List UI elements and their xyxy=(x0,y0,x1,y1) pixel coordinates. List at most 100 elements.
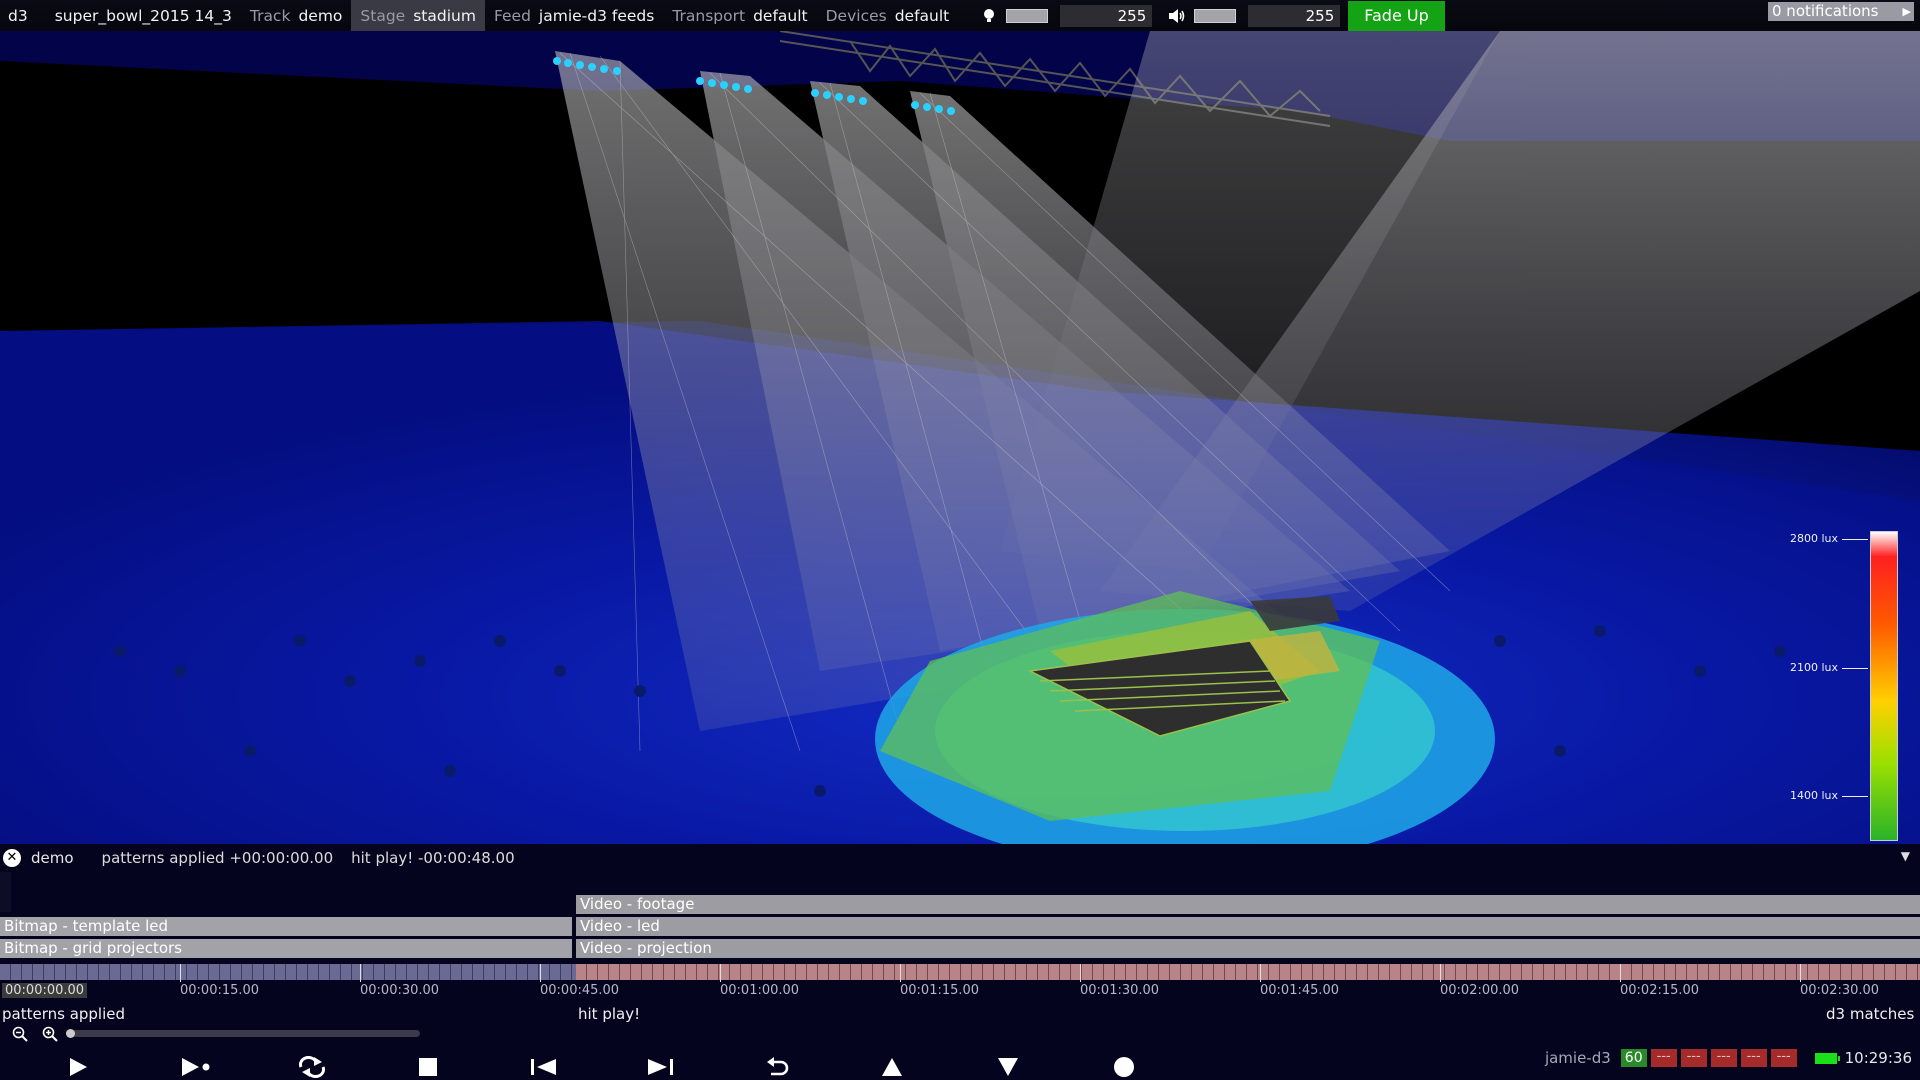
app-name: d3 xyxy=(0,0,46,31)
timecode: 00:00:30.00 xyxy=(360,983,440,998)
legend-label-mid: 2100 lux xyxy=(1790,661,1839,674)
ruler-major-tick xyxy=(1260,964,1261,982)
legend-tick xyxy=(1842,539,1868,540)
project-label: super_bowl_2015 14_3 xyxy=(54,6,232,25)
ruler-major-tick xyxy=(540,964,541,982)
top-bar: d3 super_bowl_2015 14_3 Track demo Stage… xyxy=(0,0,1920,31)
timecode: 00:02:00.00 xyxy=(1440,983,1520,998)
up-icon[interactable] xyxy=(872,1054,912,1080)
chevron-down-icon[interactable]: ▼ xyxy=(1901,849,1910,863)
next-section-icon[interactable] xyxy=(640,1054,680,1080)
stage-viewport[interactable]: 2800 lux 2100 lux 1400 lux xyxy=(0,31,1920,844)
current-time: 00:00:00.00 xyxy=(2,983,88,998)
ruler-major-tick xyxy=(1620,964,1621,982)
devices-selector[interactable]: Devices default xyxy=(817,0,959,31)
transport-value: default xyxy=(753,6,808,25)
timecode: 00:01:45.00 xyxy=(1260,983,1340,998)
timecode: 00:00:45.00 xyxy=(540,983,620,998)
scrollbar-thumb[interactable] xyxy=(66,1029,75,1038)
volume-slider[interactable] xyxy=(1194,8,1237,23)
timecode: 00:00:15.00 xyxy=(180,983,260,998)
annotation-hit-play: hit play! xyxy=(578,1005,641,1023)
time-ruler[interactable]: 00:00:00.00 00:00:15.00 00:00:30.00 00:0… xyxy=(0,964,1920,1004)
feed-selector[interactable]: Feed jamie-d3 feeds xyxy=(485,0,663,31)
timeline-left-handle xyxy=(0,872,11,912)
speaker-icon xyxy=(1166,5,1188,27)
devices-key: Devices xyxy=(825,6,887,25)
lightbulb-icon xyxy=(978,5,1000,27)
timeline-header: ✕ demo patterns applied +00:00:00.00 hit… xyxy=(0,844,1920,872)
return-icon[interactable] xyxy=(758,1054,798,1080)
transport-selector[interactable]: Transport default xyxy=(663,0,816,31)
record-icon[interactable] xyxy=(1104,1054,1144,1080)
app-label: d3 xyxy=(8,6,28,25)
notifications-button[interactable]: 0 notifications ▶ xyxy=(1768,2,1914,21)
legend-label-high: 2800 lux xyxy=(1790,532,1839,545)
annotation-patterns-applied: patterns applied xyxy=(2,1005,126,1023)
layer-video-led[interactable]: Video - led xyxy=(576,917,1920,936)
transport-key: Transport xyxy=(672,6,746,25)
play-to-end-icon[interactable] xyxy=(176,1054,216,1080)
track-selector[interactable]: Track demo xyxy=(241,0,352,31)
stop-icon[interactable] xyxy=(408,1054,448,1080)
layer-bitmap-grid-projectors[interactable]: Bitmap - grid projectors xyxy=(0,939,572,958)
timeline-scrollbar[interactable] xyxy=(66,1029,420,1038)
track-key: Track xyxy=(249,6,291,25)
timecode: 00:01:00.00 xyxy=(720,983,800,998)
brightness-slider[interactable] xyxy=(1006,8,1049,23)
status-indicator: --- xyxy=(1770,1049,1797,1067)
ruler-major-tick xyxy=(900,964,901,982)
stage-visualisation xyxy=(0,31,1920,844)
marker-patterns-applied[interactable]: patterns applied +00:00:00.00 xyxy=(102,849,334,867)
volume-value-field[interactable]: 255 xyxy=(1248,4,1341,27)
previous-section-icon[interactable] xyxy=(524,1054,564,1080)
project-name[interactable]: super_bowl_2015 14_3 xyxy=(46,0,241,31)
transport-controls xyxy=(0,1050,1200,1080)
close-icon[interactable]: ✕ xyxy=(3,849,21,867)
legend-label-low: 1400 lux xyxy=(1790,789,1839,802)
devices-value: default xyxy=(894,6,950,25)
triangle-right-icon: ▶ xyxy=(1902,5,1911,18)
battery-icon xyxy=(1814,1052,1840,1064)
stage-selector[interactable]: Stage stadium xyxy=(351,0,485,31)
track-value: demo xyxy=(298,6,343,25)
clock: 10:29:36 xyxy=(1844,1049,1912,1067)
stage-key: Stage xyxy=(360,6,406,25)
ruler-major-tick xyxy=(720,964,721,982)
timecode: 00:02:15.00 xyxy=(1620,983,1700,998)
status-indicator: --- xyxy=(1680,1049,1707,1067)
ruler-played-region xyxy=(0,964,576,980)
notifications-label: 0 notifications xyxy=(1772,2,1879,20)
marker-hit-play[interactable]: hit play! -00:00:48.00 xyxy=(351,849,515,867)
timecode: 00:01:15.00 xyxy=(900,983,980,998)
status-indicator: --- xyxy=(1710,1049,1737,1067)
timecode: 00:02:30.00 xyxy=(1800,983,1880,998)
ruler-major-tick xyxy=(180,964,181,982)
play-icon[interactable] xyxy=(58,1054,98,1080)
layer-bitmap-template-led[interactable]: Bitmap - template led xyxy=(0,917,572,936)
host-name: jamie-d3 xyxy=(1544,1049,1611,1067)
ruler-major-tick xyxy=(1440,964,1441,982)
layer-video-projection[interactable]: Video - projection xyxy=(576,939,1920,958)
brightness-value-field[interactable]: 255 xyxy=(1060,4,1153,27)
loop-icon[interactable] xyxy=(292,1054,332,1080)
layer-video-footage[interactable]: Video - footage xyxy=(576,895,1920,914)
down-icon[interactable] xyxy=(988,1054,1028,1080)
fade-up-button[interactable]: Fade Up xyxy=(1348,0,1445,31)
feed-key: Feed xyxy=(493,6,531,25)
track-title: demo xyxy=(31,849,74,867)
zoom-out-icon[interactable] xyxy=(8,1025,32,1043)
status-indicator: --- xyxy=(1650,1049,1677,1067)
ruler-major-tick xyxy=(1080,964,1081,982)
ruler-major-tick xyxy=(1800,964,1801,982)
timecode: 00:01:30.00 xyxy=(1080,983,1160,998)
annotation-d3-matches: d3 matches r xyxy=(1826,1005,1920,1023)
stage-value: stadium xyxy=(413,6,476,25)
ruler-major-tick xyxy=(360,964,361,982)
zoom-controls xyxy=(8,1025,62,1043)
legend-tick xyxy=(1842,668,1868,669)
fps-indicator: 60 xyxy=(1620,1049,1647,1067)
zoom-in-icon[interactable] xyxy=(38,1025,62,1043)
ruler-future-region xyxy=(576,964,1920,980)
feed-value: jamie-d3 feeds xyxy=(538,6,655,25)
